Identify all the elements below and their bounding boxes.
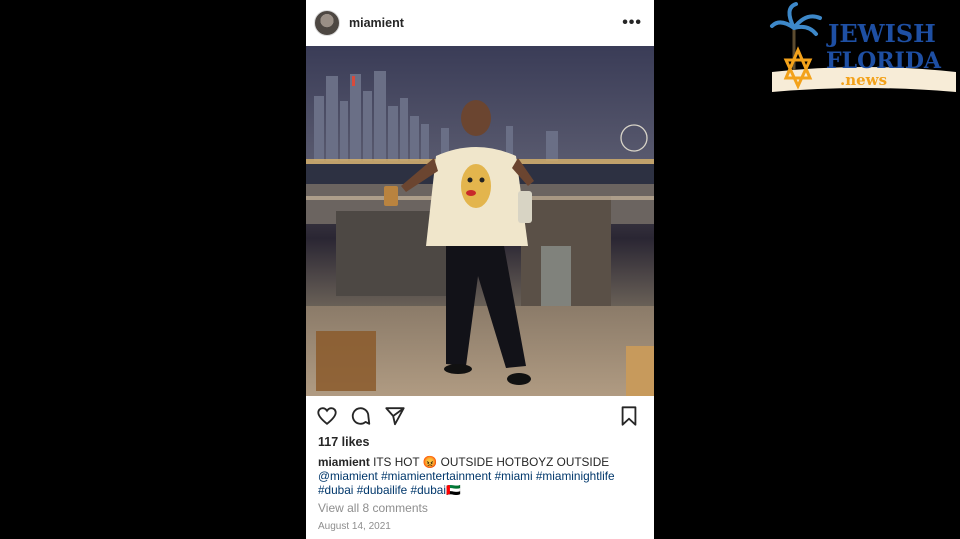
hashtag-link[interactable]: #miamientertainment	[381, 469, 491, 483]
mention-link[interactable]: @miamient	[318, 469, 378, 483]
caption-username[interactable]: miamient	[318, 455, 370, 469]
view-comments-link[interactable]: View all 8 comments	[318, 501, 428, 515]
post-date: August 14, 2021	[318, 521, 391, 532]
post-actions	[316, 404, 640, 428]
post-caption: miamient ITS HOT 😡 OUTSIDE HOTBOYZ OUTSI…	[318, 455, 642, 497]
post-username[interactable]: miamient	[349, 16, 404, 30]
avatar[interactable]	[314, 10, 340, 36]
instagram-post: miamient ••• 117 likes miamient ITS HOT …	[306, 0, 654, 539]
share-send-icon[interactable]	[384, 405, 406, 427]
comment-icon[interactable]	[350, 405, 372, 427]
caption-text: ITS HOT 😡 OUTSIDE HOTBOYZ OUTSIDE	[373, 455, 610, 469]
night-city-photo	[306, 46, 654, 396]
jewish-florida-logo: JEWISH FLORIDA .news	[768, 0, 960, 95]
post-photo[interactable]	[306, 46, 654, 396]
hashtag-link[interactable]: #miami	[495, 469, 533, 483]
logo-line3: .news	[840, 71, 887, 89]
hashtag-link[interactable]: #dubai🇦🇪	[411, 483, 461, 497]
hashtag-link[interactable]: #dubailife	[357, 483, 408, 497]
like-count[interactable]: 117 likes	[318, 435, 369, 449]
logo-line1: JEWISH	[826, 19, 936, 48]
like-heart-icon[interactable]	[316, 405, 338, 427]
hashtag-link[interactable]: #miaminightlife	[536, 469, 615, 483]
more-options-icon[interactable]: •••	[622, 15, 642, 31]
post-header: miamient •••	[306, 0, 654, 46]
bookmark-save-icon[interactable]	[618, 405, 640, 427]
hashtag-link[interactable]: #dubai	[318, 483, 353, 497]
